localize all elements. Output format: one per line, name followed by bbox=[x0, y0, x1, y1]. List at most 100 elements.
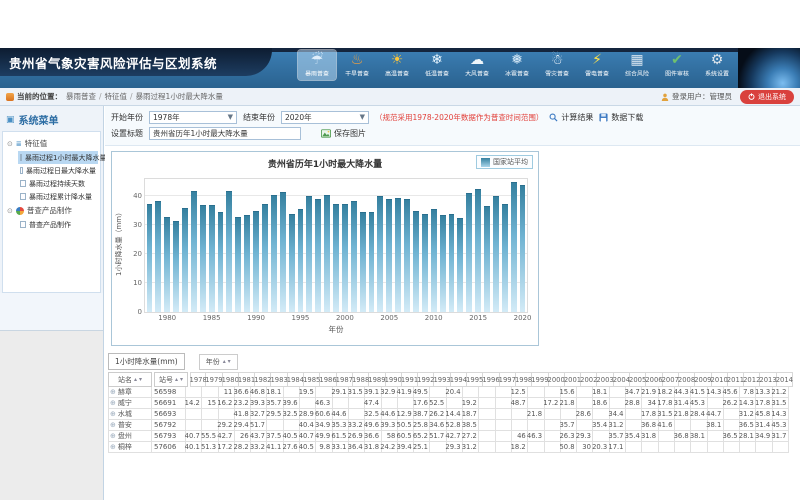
year-column-header[interactable]: 2005 bbox=[630, 372, 646, 387]
year-column-header[interactable]: 2008 bbox=[679, 372, 695, 387]
tree-group-普查产品制作[interactable]: ⊙普查产品制作 bbox=[5, 203, 98, 218]
year-column-header[interactable]: 1986 bbox=[320, 372, 336, 387]
toolbar-item-图件审核[interactable]: ✔图件审核 bbox=[658, 50, 696, 80]
value-cell: 34.9 bbox=[316, 420, 332, 431]
year-column-header[interactable]: 2000 bbox=[549, 372, 565, 387]
sidebar-item-暴雨过程1小时最大降水量[interactable]: 暴雨过程1小时最大降水量 bbox=[18, 151, 98, 164]
year-column-header[interactable]: 1998 bbox=[516, 372, 532, 387]
year-column-header[interactable]: 2009 bbox=[695, 372, 711, 387]
sidebar-item-普查产品制作[interactable]: 普查产品制作 bbox=[18, 218, 98, 231]
sidebar-item-暴雨过程日最大降水量[interactable]: 暴雨过程日最大降水量 bbox=[18, 164, 98, 177]
value-cell: 28.9 bbox=[300, 409, 316, 420]
year-column-header[interactable]: 2007 bbox=[663, 372, 679, 387]
start-year-select[interactable]: 1978年 ▼ bbox=[149, 111, 237, 124]
expander-icon[interactable]: ⊙ bbox=[7, 207, 13, 215]
tree-group-特征值[interactable]: ⊙≣特征值 bbox=[5, 136, 98, 151]
row-expand-icon[interactable]: ⊕ bbox=[110, 411, 116, 418]
year-column-header[interactable]: 1983 bbox=[271, 372, 287, 387]
station-id-header[interactable]: 站号 ▴ ▾ bbox=[154, 372, 188, 387]
row-expand-icon[interactable]: ⊕ bbox=[110, 389, 116, 396]
year-column-header[interactable]: 2014 bbox=[777, 372, 793, 387]
value-cell: 24.2 bbox=[382, 442, 398, 453]
year-column-header[interactable]: 1987 bbox=[337, 372, 353, 387]
chart-title-input[interactable] bbox=[149, 127, 301, 140]
toolbar-item-综合风险[interactable]: ▦综合风险 bbox=[618, 50, 656, 80]
breadcrumb-item[interactable]: 特征值 bbox=[105, 91, 128, 102]
year-column-header[interactable]: 1994 bbox=[451, 372, 467, 387]
row-expand-icon[interactable]: ⊕ bbox=[110, 444, 116, 451]
toolbar-item-大风普查[interactable]: ☁大风普查 bbox=[458, 50, 496, 80]
year-column-header[interactable]: 1982 bbox=[255, 372, 271, 387]
year-column-header[interactable]: 2010 bbox=[712, 372, 728, 387]
breadcrumb-item[interactable]: 暴雨普查 bbox=[66, 91, 96, 102]
row-expand-icon[interactable]: ⊕ bbox=[110, 422, 116, 429]
toolbar-item-label: 系统设置 bbox=[705, 70, 729, 79]
calculate-button[interactable]: 计算结果 bbox=[549, 112, 593, 123]
toolbar-item-冰雹普查[interactable]: ❅冰雹普查 bbox=[498, 50, 536, 80]
year-column-header[interactable]: 2006 bbox=[646, 372, 662, 387]
pie-icon bbox=[16, 207, 24, 215]
toolbar-item-低温普查[interactable]: ❄低温普查 bbox=[418, 50, 456, 80]
value-cell: 36.4 bbox=[349, 442, 365, 453]
value-cell: 60.6 bbox=[316, 409, 332, 420]
expander-icon[interactable]: ⊙ bbox=[7, 140, 13, 148]
value-cell: 44.6 bbox=[382, 409, 398, 420]
year-column-header[interactable]: 1999 bbox=[532, 372, 548, 387]
value-cell: 31.5 bbox=[349, 387, 365, 398]
station-name: 威宁 bbox=[118, 398, 132, 408]
year-column-header[interactable]: 2013 bbox=[760, 372, 776, 387]
value-cell bbox=[740, 442, 756, 453]
year-column-header[interactable]: 1995 bbox=[467, 372, 483, 387]
sidebar-item-暴雨过程累计降水量[interactable]: 暴雨过程累计降水量 bbox=[18, 190, 98, 203]
toolbar-item-干旱普查[interactable]: ♨干旱普查 bbox=[338, 50, 376, 80]
sidebar-item-label: 暴雨过程1小时最大降水量 bbox=[25, 153, 106, 163]
year-column-header[interactable]: 1988 bbox=[353, 372, 369, 387]
year-column-header[interactable]: 2004 bbox=[614, 372, 630, 387]
year-column-header[interactable]: 1996 bbox=[483, 372, 499, 387]
year-column-header[interactable]: 1992 bbox=[418, 372, 434, 387]
year-column-header[interactable]: 1990 bbox=[386, 372, 402, 387]
value-cell bbox=[333, 398, 349, 409]
sidebar-item-暴雨过程持续天数[interactable]: 暴雨过程持续天数 bbox=[18, 177, 98, 190]
row-expand-icon[interactable]: ⊕ bbox=[110, 400, 116, 407]
year-column-header[interactable]: 1984 bbox=[288, 372, 304, 387]
year-column-header[interactable]: 1989 bbox=[369, 372, 385, 387]
station-name-header[interactable]: 站名 ▴ ▾ bbox=[108, 372, 152, 387]
row-expand-icon[interactable]: ⊕ bbox=[110, 433, 116, 440]
year-column-header[interactable]: 1991 bbox=[402, 372, 418, 387]
bar-1981 bbox=[173, 221, 179, 312]
value-cell bbox=[316, 387, 332, 398]
year-group-header[interactable]: 年份 ▴ ▾ bbox=[199, 354, 238, 370]
breadcrumb-item[interactable]: 暴雨过程1小时最大降水量 bbox=[136, 91, 223, 102]
sort-filter-icons[interactable]: ▴ ▾ bbox=[175, 376, 183, 383]
logout-button[interactable]: 退出系统 bbox=[740, 90, 794, 104]
station-name-cell: ⊕桐梓 bbox=[108, 442, 152, 453]
download-button[interactable]: 数据下载 bbox=[599, 112, 643, 123]
year-column-header[interactable]: 1997 bbox=[500, 372, 516, 387]
value-cell: 34 bbox=[642, 398, 658, 409]
toolbar-item-暴雨普查[interactable]: ☔暴雨普查 bbox=[298, 50, 336, 80]
toolbar-item-系统设置[interactable]: ⚙系统设置 bbox=[698, 50, 736, 80]
year-column-header[interactable]: 2003 bbox=[597, 372, 613, 387]
year-column-header[interactable]: 2001 bbox=[565, 372, 581, 387]
year-column-header[interactable]: 2011 bbox=[728, 372, 744, 387]
year-column-header[interactable]: 1985 bbox=[304, 372, 320, 387]
sort-filter-icons[interactable]: ▴ ▾ bbox=[223, 358, 231, 365]
end-year-select[interactable]: 2020年 ▼ bbox=[281, 111, 369, 124]
year-column-header[interactable]: 1993 bbox=[434, 372, 450, 387]
year-column-header[interactable]: 1981 bbox=[239, 372, 255, 387]
sort-filter-icons[interactable]: ▴ ▾ bbox=[134, 376, 142, 383]
year-column-header[interactable]: 1978 bbox=[190, 372, 206, 387]
year-column-header[interactable]: 1979 bbox=[206, 372, 222, 387]
bar-2006 bbox=[395, 198, 401, 312]
year-column-header[interactable]: 2012 bbox=[744, 372, 760, 387]
toolbar-item-高温普查[interactable]: ☀高温普查 bbox=[378, 50, 416, 80]
toolbar-item-雷电普查[interactable]: ⚡雷电普查 bbox=[578, 50, 616, 80]
snow-icon: ☃ bbox=[551, 52, 564, 69]
year-column-header[interactable]: 1980 bbox=[223, 372, 239, 387]
image-icon bbox=[321, 129, 331, 138]
value-cell: 45.8 bbox=[756, 409, 772, 420]
year-column-header[interactable]: 2002 bbox=[581, 372, 597, 387]
save-image-button[interactable]: 保存图片 bbox=[321, 128, 366, 139]
toolbar-item-雪灾普查[interactable]: ☃雪灾普查 bbox=[538, 50, 576, 80]
